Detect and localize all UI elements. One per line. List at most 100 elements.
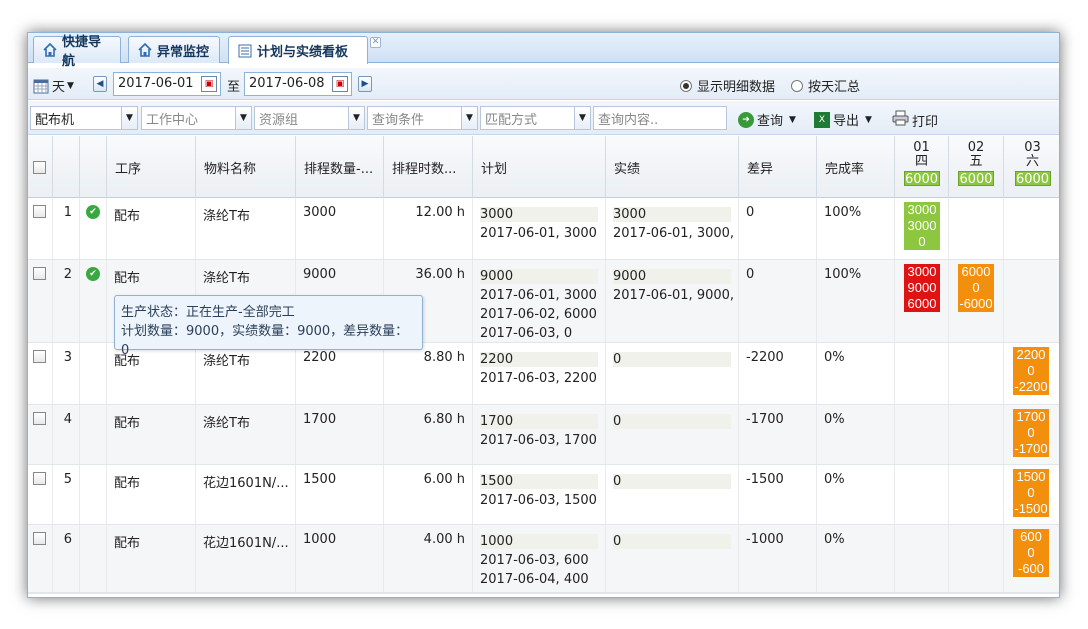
day-qty-box[interactable]: 1500 0 -1500 — [1013, 469, 1049, 517]
radio-show-detail[interactable]: 显示明细数据 — [680, 76, 775, 95]
query-label: 查询 — [757, 114, 784, 129]
day-qty-box[interactable]: 1700 0 -1700 — [1013, 409, 1049, 457]
period-label: 天 — [52, 80, 66, 95]
print-button[interactable]: 打印 — [892, 110, 938, 130]
day-qty-line: -6000 — [959, 296, 993, 311]
row-status — [80, 465, 107, 524]
table-row[interactable]: 6 配布 花边1601N/... 1000 4.00 h 1000 2017-06-03, … — [28, 525, 1059, 593]
cell-day-2 — [949, 525, 1004, 592]
row-number: 6 — [53, 525, 80, 592]
cell-day-2 — [949, 198, 1004, 259]
cell-diff: -1000 — [739, 525, 817, 592]
cell-day-3: 2200 0 -2200 — [1004, 343, 1059, 404]
row-checkbox[interactable] — [28, 198, 53, 259]
tab-plan-actual-board[interactable]: 计划与实绩看板 ✕ — [228, 36, 381, 64]
resource-group-select[interactable]: 资源组 ▼ — [254, 106, 365, 130]
row-checkbox[interactable] — [28, 405, 53, 464]
calendar-icon[interactable]: ▣ — [201, 76, 217, 92]
row-checkbox[interactable] — [28, 343, 53, 404]
actual-bar — [613, 352, 731, 367]
header-diff[interactable]: 差异 — [739, 136, 817, 198]
cell-plan: 1500 2017-06-03, 1500 — [473, 465, 606, 524]
table-row[interactable]: 1 ✔ 配布 涤纶T布 3000 12.00 h 3000 2017-06-01, 3000 3… — [28, 198, 1059, 260]
actual-total: 0 — [613, 534, 622, 549]
cell-diff: -1700 — [739, 405, 817, 464]
actual-bar — [613, 414, 731, 429]
row-checkbox[interactable] — [28, 465, 53, 524]
printer-icon — [892, 110, 909, 130]
day-qty-line: -1500 — [1014, 501, 1048, 516]
row-checkbox[interactable] — [28, 525, 53, 592]
plan-detail-line: 2017-06-02, 6000 — [480, 307, 597, 322]
table-row[interactable]: 4 配布 涤纶T布 1700 6.80 h 1700 2017-06-03, 1700 0 -1… — [28, 405, 1059, 465]
tab-quick-nav[interactable]: 快捷导航 — [33, 35, 121, 69]
header-day-01: 01 四 6000 — [895, 136, 949, 198]
cell-day-3 — [1004, 198, 1059, 259]
day-qty-box[interactable]: 6000 0 -6000 — [958, 264, 994, 312]
match-mode-select[interactable]: 匹配方式 ▼ — [480, 106, 591, 130]
calendar-grid-icon — [33, 78, 49, 94]
header-material[interactable]: 物料名称 — [196, 136, 296, 198]
plan-detail-line: 2017-06-03, 2200 — [480, 371, 597, 386]
go-icon: ➜ — [738, 111, 754, 128]
actual-detail-line: 2017-06-01, 3000, 配 — [613, 226, 739, 241]
day-qty-line: -600 — [1017, 561, 1045, 576]
actual-total: 0 — [613, 414, 622, 429]
radio-checked-icon — [680, 79, 692, 92]
search-input[interactable]: 查询内容.. — [593, 106, 727, 130]
query-button[interactable]: ➜ 查询 ▼ — [738, 110, 796, 129]
row-number: 4 — [53, 405, 80, 464]
day-qty-box[interactable]: 3000 9000 6000 — [904, 264, 940, 312]
cell-process: 配布 — [107, 525, 196, 592]
row-number: 2 — [53, 260, 80, 342]
tab-exception-monitor[interactable]: 异常监控 — [128, 36, 220, 63]
select-all-checkbox[interactable] — [28, 136, 53, 198]
print-label: 打印 — [912, 114, 939, 130]
home-icon — [137, 42, 153, 58]
header-day-03: 03 六 6000 — [1004, 136, 1059, 198]
day-qty-box[interactable]: 600 0 -600 — [1013, 529, 1049, 577]
cell-sched-time: 12.00 h — [384, 198, 473, 259]
date-toolbar: 天 ▼ ◀ 2017-06-01 ▣ 至 2017-06-08 ▣ ▶ 显示明细… — [28, 68, 1059, 100]
cell-rate: 100% — [817, 198, 895, 259]
app-window: 快捷导航 异常监控 计划与实绩看板 ✕ 天 ▼ ◀ 2017-06-01 ▣ 至… — [27, 32, 1060, 598]
day-qty-line: 1500 — [1016, 469, 1046, 484]
start-date-value: 2017-06-01 — [118, 76, 194, 91]
period-selector[interactable]: 天 ▼ — [33, 76, 74, 95]
close-icon[interactable]: ✕ — [370, 37, 381, 48]
header-sched-qty[interactable]: 排程数量-... — [296, 136, 384, 198]
cell-day-3: 1700 0 -1700 — [1004, 405, 1059, 464]
work-center-select[interactable]: 工作中心 ▼ — [141, 106, 252, 130]
table-row[interactable]: 5 配布 花边1601N/... 1500 6.00 h 1500 2017-06-03, … — [28, 465, 1059, 525]
plan-total: 2200 — [480, 352, 514, 367]
cell-day-2: 6000 0 -6000 — [949, 260, 1004, 342]
next-date-button[interactable]: ▶ — [358, 76, 372, 92]
day-qty-line: 9000 — [907, 280, 937, 295]
document-icon — [237, 43, 253, 59]
header-process[interactable]: 工序 — [107, 136, 196, 198]
machine-select[interactable]: 配布机 ▼ — [30, 106, 138, 130]
cell-sched-qty: 1000 — [296, 525, 384, 592]
calendar-icon[interactable]: ▣ — [332, 76, 348, 92]
tab-label: 计划与实绩看板 — [257, 45, 349, 60]
header-plan[interactable]: 计划 — [473, 136, 606, 198]
chevron-down-icon: ▼ — [461, 107, 477, 129]
cell-day-1 — [895, 525, 949, 592]
day-qty-line: 0 — [1027, 545, 1035, 560]
row-checkbox[interactable] — [28, 260, 53, 342]
cell-day-2 — [949, 405, 1004, 464]
query-condition-select[interactable]: 查询条件 ▼ — [367, 106, 478, 130]
radio-daily-summary[interactable]: 按天汇总 — [791, 76, 860, 95]
export-button[interactable]: X 导出 ▼ — [814, 110, 872, 129]
prev-date-button[interactable]: ◀ — [93, 76, 107, 92]
row-number: 1 — [53, 198, 80, 259]
day-qty-box[interactable]: 3000 3000 0 — [904, 202, 940, 250]
header-sched-time[interactable]: 排程时数... — [384, 136, 473, 198]
day-qty-box[interactable]: 2200 0 -2200 — [1013, 347, 1049, 395]
cell-material: 涤纶T布 — [196, 198, 296, 259]
plan-detail-line: 2017-06-03, 1500 — [480, 493, 597, 508]
header-rate[interactable]: 完成率 — [817, 136, 895, 198]
header-actual[interactable]: 实绩 — [606, 136, 739, 198]
cell-sched-time: 6.00 h — [384, 465, 473, 524]
cell-plan: 1000 2017-06-03, 600 2017-06-04, 400 — [473, 525, 606, 592]
